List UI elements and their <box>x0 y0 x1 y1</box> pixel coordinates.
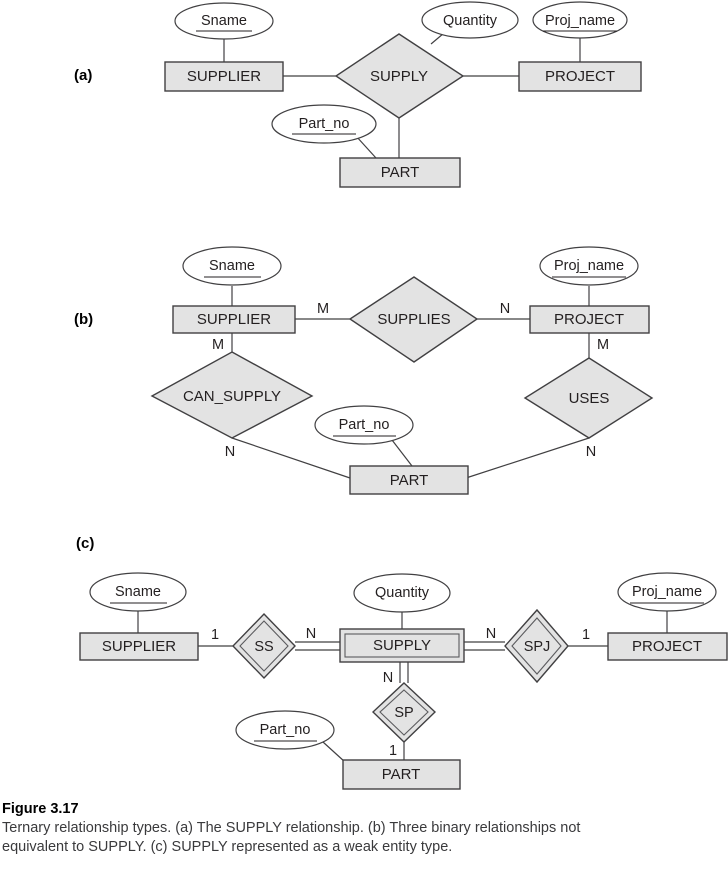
relationship-uses-b-label: USES <box>569 390 610 407</box>
cardinality-project-uses: M <box>597 337 609 353</box>
relationship-ss-c-label: SS <box>254 639 273 655</box>
part-c-group: (c) SUPPLIER SUPPLY PROJECT PART SS SPJ … <box>76 535 728 790</box>
cardinality-uses-part: N <box>586 444 596 460</box>
attribute-sname-c-label: Sname <box>115 584 161 600</box>
attribute-quantity-a-label: Quantity <box>443 13 498 29</box>
entity-part-a-label: PART <box>381 164 420 181</box>
cardinality-supplier-cansupply: M <box>212 337 224 353</box>
entity-supplier-b-label: SUPPLIER <box>197 311 271 328</box>
cardinality-supplier-ss: 1 <box>211 627 219 643</box>
attribute-projname-c-label: Proj_name <box>632 584 702 600</box>
relationship-supplies-b-label: SUPPLIES <box>377 311 450 328</box>
relationship-spj-c-label: SPJ <box>524 639 551 655</box>
attribute-partno-b-label: Part_no <box>339 417 390 433</box>
entity-project-c-label: PROJECT <box>632 638 702 655</box>
figure-caption: Figure 3.17 Ternary relationship types. … <box>2 800 702 857</box>
part-a-group: (a) SUPPLY SUPPLIER PROJECT PART Sname Q… <box>74 1 642 188</box>
attribute-sname-a-label: Sname <box>201 13 247 29</box>
figure-caption-text: Ternary relationship types. (a) The SUPP… <box>2 820 581 855</box>
cardinality-supply-spj: N <box>486 626 496 642</box>
entity-supply-c-label: SUPPLY <box>373 637 431 654</box>
entity-project-b-label: PROJECT <box>554 311 624 328</box>
attribute-projname-b-label: Proj_name <box>554 258 624 274</box>
edge-cansupply-part <box>231 437 351 479</box>
relationship-sp-c-label: SP <box>394 705 413 721</box>
edge-partno-part-b <box>391 439 413 467</box>
entity-supplier-c-label: SUPPLIER <box>102 638 176 655</box>
edge-ss-supply-double <box>295 641 340 651</box>
attribute-partno-a-label: Part_no <box>299 116 350 132</box>
part-b-group: (b) SUPPLIES CAN_SUPPLY USES SUPPLIER PR… <box>74 246 654 495</box>
cardinality-sp-part: 1 <box>389 743 397 759</box>
entity-supplier-a-label: SUPPLIER <box>187 68 261 85</box>
entity-project-a-label: PROJECT <box>545 68 615 85</box>
edge-partno-part-c <box>322 741 346 763</box>
edge-supply-sp-double <box>399 662 409 683</box>
edge-uses-part <box>465 437 590 479</box>
edge-partno-part <box>355 135 377 159</box>
figure-container: (a) SUPPLY SUPPLIER PROJECT PART Sname Q… <box>0 0 728 872</box>
cardinality-cansupply-part: N <box>225 444 235 460</box>
relationship-supply-a-label: SUPPLY <box>370 68 428 85</box>
figure-number: Figure 3.17 <box>2 801 79 817</box>
attribute-quantity-c-label: Quantity <box>375 585 430 601</box>
edge-supply-spj-double <box>464 641 505 651</box>
entity-part-b-label: PART <box>390 472 429 489</box>
attribute-projname-a-label: Proj_name <box>545 13 615 29</box>
cardinality-ss-supply: N <box>306 626 316 642</box>
cardinality-spj-project: 1 <box>582 627 590 643</box>
cardinality-supplier-supplies: M <box>317 301 329 317</box>
er-diagram-canvas: (a) SUPPLY SUPPLIER PROJECT PART Sname Q… <box>74 1 728 790</box>
attribute-sname-b-label: Sname <box>209 258 255 274</box>
cardinality-supplies-project: N <box>500 301 510 317</box>
entity-part-c-label: PART <box>382 766 421 783</box>
part-b-label: (b) <box>74 311 93 328</box>
relationship-cansupply-b-label: CAN_SUPPLY <box>183 388 281 405</box>
part-c-label: (c) <box>76 535 94 552</box>
cardinality-supply-sp: N <box>383 670 393 686</box>
part-a-label: (a) <box>74 67 92 84</box>
attribute-partno-c-label: Part_no <box>260 722 311 738</box>
